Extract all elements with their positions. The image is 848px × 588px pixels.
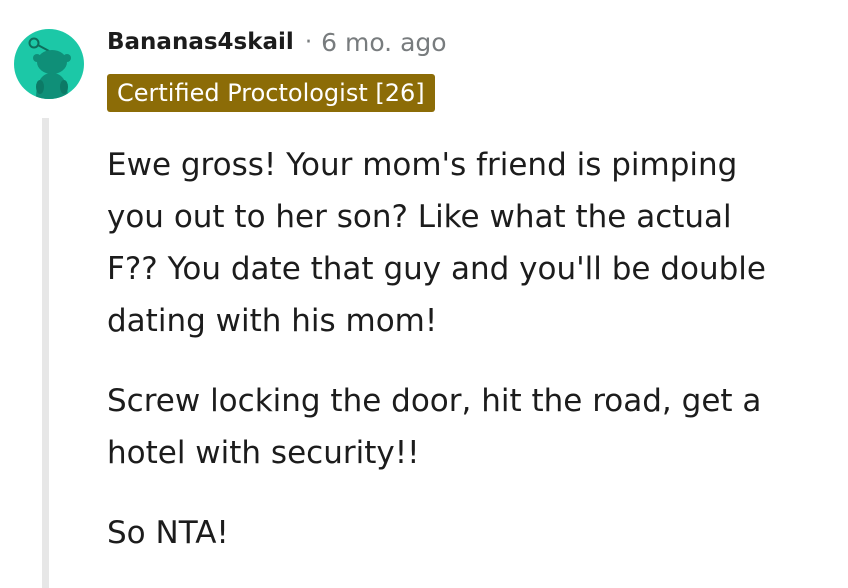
comment-meta: Bananas4skail · 6 mo. ago: [107, 24, 447, 60]
comment-line: you out to her son? Like what the actual: [107, 199, 732, 235]
comment-body: Ewe gross! Your mom's friend is pimping …: [107, 139, 827, 559]
meta-separator: ·: [304, 29, 313, 55]
comment-line: Ewe gross! Your mom's friend is pimping: [107, 147, 738, 183]
user-flair-badge: Certified Proctologist [26]: [107, 74, 435, 112]
author-username[interactable]: Bananas4skail: [107, 29, 294, 55]
comment-paragraph: Screw locking the door, hit the road, ge…: [107, 375, 827, 479]
comment-paragraph: Ewe gross! Your mom's friend is pimping …: [107, 139, 827, 347]
user-avatar-icon[interactable]: [14, 29, 84, 99]
comment-line: hotel with security!!: [107, 435, 420, 471]
thread-line[interactable]: [42, 118, 49, 588]
comment-line: dating with his mom!: [107, 303, 438, 339]
comment-line: F?? You date that guy and you'll be doub…: [107, 251, 766, 287]
comment-paragraph: So NTA!: [107, 507, 827, 559]
snoo-avatar-icon: [28, 37, 71, 99]
comment-line: So NTA!: [107, 515, 229, 551]
comment: Bananas4skail · 6 mo. ago Certified Proc…: [0, 0, 848, 588]
comment-timestamp[interactable]: 6 mo. ago: [321, 28, 446, 57]
comment-line: Screw locking the door, hit the road, ge…: [107, 383, 762, 419]
